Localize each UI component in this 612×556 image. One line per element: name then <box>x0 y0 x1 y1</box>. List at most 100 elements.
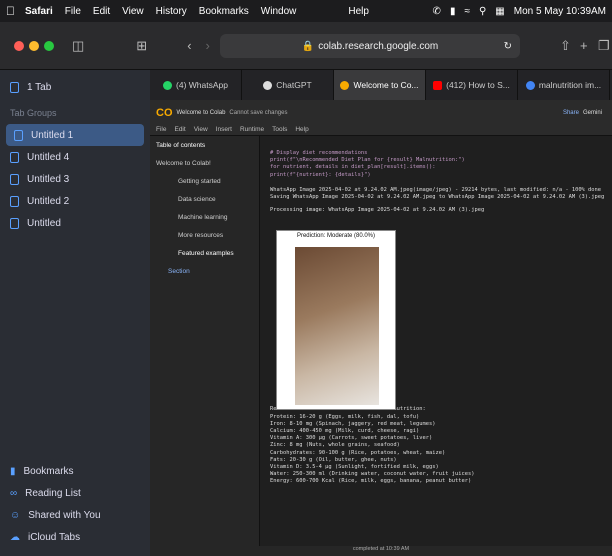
tab-group-label: Untitled 3 <box>27 173 70 185</box>
tab-group-untitled-1[interactable]: Untitled 1 <box>6 124 144 146</box>
tab-group-untitled-2[interactable]: Untitled 2 <box>0 190 150 212</box>
menu-view[interactable]: View <box>122 6 144 17</box>
apple-icon[interactable]:  <box>6 4 15 18</box>
toc-item[interactable]: Machine learning <box>150 208 259 226</box>
code-line: for nutrient, details in diet_plan[resul… <box>270 164 436 171</box>
new-tab-icon[interactable]: + <box>580 38 588 53</box>
colab-menu-edit[interactable]: Edit <box>174 126 185 135</box>
colab-menu-runtime[interactable]: Runtime <box>240 126 264 135</box>
tab-colab[interactable]: Welcome to Co... <box>334 70 426 100</box>
search-icon[interactable]: ⚲ <box>479 6 486 17</box>
colab-icon <box>340 80 350 90</box>
tab-label: (4) WhatsApp <box>176 80 228 90</box>
upload-status: WhatsApp Image 2025-04-02 at 9.24.02 AM.… <box>270 186 602 193</box>
tab-label: malnutrition im... <box>538 80 602 90</box>
toc-item[interactable]: Getting started <box>150 172 259 190</box>
menu-bar:  Safari File Edit View History Bookmark… <box>0 0 612 22</box>
tabs-icon[interactable]: ❐ <box>598 38 610 54</box>
toc-title-text: Table of contents <box>156 141 206 149</box>
menu-file[interactable]: File <box>65 6 81 17</box>
window-controls <box>14 40 54 51</box>
status-text: completed at 10:39 AM <box>352 546 410 552</box>
sidebar-reading-list[interactable]: ∞ Reading List <box>0 482 150 504</box>
diet-line: Zinc: 8 mg (Nuts, whole grains, seafood) <box>270 442 400 449</box>
sidebar-shared-with-you[interactable]: ☺ Shared with You <box>0 504 150 526</box>
colab-menu-view[interactable]: View <box>194 126 208 135</box>
phone-icon[interactable]: ✆ <box>433 6 441 17</box>
sidebar-label: Bookmarks <box>23 465 74 477</box>
whatsapp-icon <box>163 80 173 90</box>
tab-group-icon <box>14 129 23 141</box>
chatgpt-icon <box>263 80 273 90</box>
clock[interactable]: Mon 5 May 10:39AM <box>514 6 606 17</box>
table-of-contents: Table of contents Welcome to Colab! Gett… <box>150 136 260 546</box>
reload-icon[interactable]: ↻ <box>504 41 512 52</box>
tab-group-label: Untitled <box>27 217 61 229</box>
minimize-button[interactable] <box>29 40 39 51</box>
tab-group-icon <box>10 173 19 185</box>
tab-group-untitled[interactable]: Untitled <box>0 212 150 234</box>
unsaved-notice: Cannot save changes <box>229 110 288 116</box>
zoom-button[interactable] <box>44 40 54 51</box>
colab-menu-tools[interactable]: Tools <box>272 126 287 135</box>
tab-group-untitled-4[interactable]: Untitled 4 <box>0 146 150 168</box>
diet-line: Iron: 8-10 mg (Spinach, jaggery, red mea… <box>270 420 436 427</box>
toc-item-label: Welcome to Colab! <box>156 159 211 167</box>
menu-edit[interactable]: Edit <box>93 6 110 17</box>
toc-item-label: Section <box>168 267 190 275</box>
tab-chatgpt[interactable]: ChatGPT <box>242 70 334 100</box>
share-button[interactable]: Share <box>563 110 579 116</box>
back-icon[interactable]: ‹ <box>187 38 191 53</box>
tab-whatsapp[interactable]: (4) WhatsApp <box>150 70 242 100</box>
notebook-title[interactable]: Welcome to Colab <box>177 110 226 116</box>
sidebar-label: Shared with You <box>28 509 101 521</box>
menu-bookmarks[interactable]: Bookmarks <box>199 6 249 17</box>
toc-item[interactable]: Section <box>150 262 259 280</box>
menu-history[interactable]: History <box>156 6 187 17</box>
colab-logo-icon: CO <box>156 107 173 119</box>
sidebar-bookmarks[interactable]: ▮ Bookmarks <box>0 460 150 482</box>
tab-group-icon <box>10 195 19 207</box>
diet-line: Water: 250-300 ml (Drinking water, cocon… <box>270 471 475 478</box>
close-button[interactable] <box>14 40 24 51</box>
toc-item[interactable]: Data science <box>150 190 259 208</box>
share-icon[interactable]: ⇧ <box>560 38 571 54</box>
colab-page: CO Welcome to Colab Cannot save changes … <box>150 100 612 556</box>
tabs-icon <box>10 81 19 93</box>
toc-item[interactable]: Welcome to Colab! <box>150 154 259 172</box>
diet-line: Calcium: 400-450 mg (Milk, curd, cheese,… <box>270 428 420 435</box>
menu-safari[interactable]: Safari <box>25 6 53 17</box>
processing-status: Processing image: WhatsApp Image 2025-04… <box>270 207 485 214</box>
safari-sidebar: 1 Tab Tab Groups Untitled 1 Untitled 4 U… <box>0 70 150 556</box>
forward-icon[interactable]: › <box>206 38 210 53</box>
toc-item[interactable]: More resources <box>150 226 259 244</box>
colab-menubar: File Edit View Insert Runtime Tools Help <box>150 126 612 136</box>
sidebar-toggle-icon[interactable]: ◫ <box>72 38 84 54</box>
address-bar[interactable]: 🔒 colab.research.google.com ↻ <box>220 34 520 58</box>
toc-item-label: Featured examples <box>178 249 234 257</box>
diet-line: Protein: 16-20 g (Eggs, milk, fish, dal,… <box>270 413 420 420</box>
colab-menu-insert[interactable]: Insert <box>216 126 232 135</box>
tab-google[interactable]: malnutrition im... <box>518 70 610 100</box>
menu-window[interactable]: Window <box>261 6 297 17</box>
shared-icon: ☺ <box>10 509 21 521</box>
toc-item-label: More resources <box>178 231 224 239</box>
toc-item-label: Data science <box>178 195 216 203</box>
tab-group-untitled-3[interactable]: Untitled 3 <box>0 168 150 190</box>
tab-group-icon <box>10 217 19 229</box>
control-center-icon[interactable]: ▦ <box>495 6 504 17</box>
wifi-icon[interactable]: ≈ <box>464 6 470 17</box>
status-bar: completed at 10:39 AM <box>150 546 612 556</box>
gemini-button[interactable]: Gemini <box>583 110 602 116</box>
tab-overview-icon[interactable]: ⊞ <box>136 38 147 54</box>
menu-help[interactable]: Help <box>348 6 369 17</box>
colab-menu-help[interactable]: Help <box>295 126 308 135</box>
colab-menu-file[interactable]: File <box>156 126 166 135</box>
tab-count[interactable]: 1 Tab <box>0 76 150 98</box>
colab-header: CO Welcome to Colab Cannot save changes … <box>150 100 612 126</box>
sidebar-icloud-tabs[interactable]: ☁ iCloud Tabs <box>0 526 150 548</box>
tab-youtube[interactable]: (412) How to S... <box>426 70 518 100</box>
cloud-icon: ☁ <box>10 531 20 543</box>
toc-item[interactable]: Featured examples <box>150 244 259 262</box>
battery-icon[interactable]: ▮ <box>450 6 456 17</box>
